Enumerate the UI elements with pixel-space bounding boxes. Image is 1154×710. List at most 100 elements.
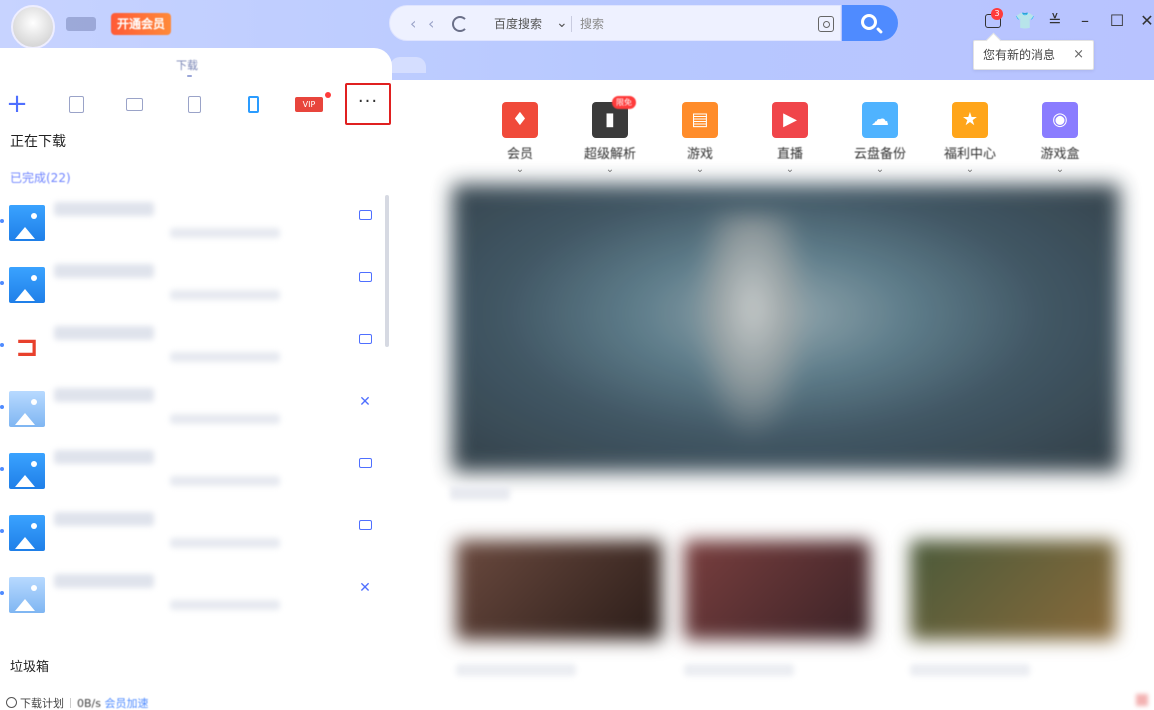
folder-icon[interactable] bbox=[357, 518, 373, 534]
video-thumbnail[interactable] bbox=[910, 540, 1116, 640]
office-file-icon: ⊐ bbox=[15, 330, 39, 363]
category-item[interactable]: ★ 福利中心 ⌄ bbox=[930, 102, 1010, 182]
completed-section-title[interactable]: 已完成(22) bbox=[10, 169, 71, 186]
video-thumbnail[interactable] bbox=[684, 540, 870, 640]
accelerate-link[interactable]: 会员加速 bbox=[104, 697, 148, 710]
notification-dot bbox=[325, 92, 331, 98]
ad-mark bbox=[1136, 694, 1148, 706]
list-item[interactable] bbox=[0, 502, 392, 564]
content-pane: ♦ 会员 ⌄ ▮ 限免 超级解析 ⌄ ▤ 游戏 ⌄ ▶ 直播 ⌄ ☁ 云盘备份 ⌄ ★ 福利中心 ⌄ ◉ 游戏盒 ⌄ bbox=[392, 80, 1154, 710]
folder-icon[interactable] bbox=[123, 94, 145, 116]
phone-icon[interactable] bbox=[242, 94, 264, 116]
category-item[interactable]: ♦ 会员 ⌄ bbox=[480, 102, 560, 182]
tab-download[interactable]: 下载 bbox=[176, 57, 198, 73]
chevron-down-icon[interactable]: ⌄ bbox=[556, 6, 568, 40]
delete-icon[interactable]: ✕ bbox=[357, 580, 373, 596]
thumbnail-caption bbox=[910, 664, 1030, 676]
chevron-down-icon[interactable]: ⌄ bbox=[660, 165, 740, 175]
download-plan-link[interactable]: 下载计划 bbox=[20, 697, 64, 710]
list-item[interactable] bbox=[0, 440, 392, 502]
folder-icon[interactable] bbox=[357, 270, 373, 286]
refresh-icon[interactable] bbox=[452, 16, 468, 32]
category-icon: ◉ bbox=[1042, 102, 1078, 138]
search-input[interactable] bbox=[580, 12, 790, 36]
chevron-down-icon[interactable]: ⌄ bbox=[840, 165, 920, 175]
file-name bbox=[54, 574, 154, 588]
scrollbar[interactable] bbox=[385, 195, 389, 347]
category-label: 会员 bbox=[506, 147, 533, 162]
category-item[interactable]: ▶ 直播 ⌄ bbox=[750, 102, 830, 182]
file-size bbox=[170, 352, 280, 362]
skin-icon[interactable]: 👕 bbox=[1014, 10, 1036, 32]
thumbnail-caption bbox=[456, 664, 576, 676]
message-tooltip: 您有新的消息 × bbox=[973, 40, 1094, 70]
chevron-down-icon[interactable]: ⌄ bbox=[930, 165, 1010, 175]
vip-button[interactable]: 开通会员 bbox=[111, 13, 171, 35]
file-size bbox=[170, 414, 280, 424]
search-engine-select[interactable]: 百度搜索 bbox=[494, 6, 542, 42]
search-icon bbox=[861, 14, 877, 30]
chevron-down-icon[interactable]: ⌄ bbox=[750, 165, 830, 175]
file-size bbox=[170, 600, 280, 610]
file-size bbox=[170, 290, 280, 300]
speed-text: 0B/s bbox=[77, 697, 101, 710]
list-icon[interactable] bbox=[183, 94, 205, 116]
category-item[interactable]: ◉ 游戏盒 ⌄ bbox=[1020, 102, 1100, 182]
thumbnail-caption bbox=[684, 664, 794, 676]
item-bullet bbox=[0, 343, 4, 347]
chevron-down-icon[interactable]: ⌄ bbox=[570, 165, 650, 175]
folder-icon[interactable] bbox=[357, 456, 373, 472]
search-button[interactable] bbox=[842, 5, 898, 41]
video-thumbnail[interactable] bbox=[456, 540, 662, 640]
file-name bbox=[54, 326, 154, 340]
category-item[interactable]: ▮ 限免 超级解析 ⌄ bbox=[570, 96, 650, 182]
vip-gift-icon[interactable]: VIP bbox=[294, 94, 324, 116]
file-size bbox=[170, 228, 280, 238]
forward-button[interactable]: ‹ bbox=[428, 6, 434, 42]
file-name bbox=[54, 202, 154, 216]
minimize-button[interactable]: – bbox=[1074, 10, 1096, 32]
message-button[interactable]: 3 bbox=[982, 8, 1004, 32]
file-size bbox=[170, 476, 280, 486]
category-icon: ☁ bbox=[862, 102, 898, 138]
more-button[interactable]: ··· bbox=[345, 83, 391, 125]
trash-section-title[interactable]: 垃圾箱 bbox=[10, 656, 49, 675]
category-label: 游戏 bbox=[686, 147, 713, 162]
item-bullet bbox=[0, 219, 4, 223]
item-bullet bbox=[0, 405, 4, 409]
delete-icon[interactable]: ✕ bbox=[357, 394, 373, 410]
document-icon[interactable] bbox=[65, 94, 87, 116]
maximize-button[interactable]: ☐ bbox=[1106, 10, 1128, 32]
category-icon: ▤ bbox=[682, 102, 718, 138]
chevron-down-icon[interactable]: ⌄ bbox=[480, 165, 560, 175]
screenshot-icon[interactable] bbox=[818, 16, 834, 32]
list-item[interactable]: ⊐ bbox=[0, 316, 392, 378]
tab-indicator bbox=[187, 75, 192, 77]
tab-secondary[interactable] bbox=[390, 57, 426, 73]
list-item[interactable]: ✕ bbox=[0, 378, 392, 440]
divider bbox=[571, 16, 572, 32]
image-file-icon bbox=[9, 453, 45, 489]
user-avatar[interactable] bbox=[11, 5, 55, 49]
list-item[interactable] bbox=[0, 192, 392, 254]
category-item[interactable]: ☁ 云盘备份 ⌄ bbox=[840, 102, 920, 182]
item-bullet bbox=[0, 529, 4, 533]
list-item[interactable]: ✕ bbox=[0, 564, 392, 626]
file-name bbox=[54, 264, 154, 278]
folder-icon[interactable] bbox=[357, 208, 373, 224]
user-name[interactable] bbox=[66, 17, 96, 31]
category-label: 游戏盒 bbox=[1040, 147, 1080, 162]
chevron-down-icon[interactable]: ⌄ bbox=[1020, 165, 1100, 175]
category-label: 直播 bbox=[776, 147, 803, 162]
featured-banner[interactable] bbox=[452, 184, 1120, 472]
back-button[interactable]: ‹ bbox=[410, 6, 416, 42]
tooltip-close-icon[interactable]: × bbox=[1073, 41, 1084, 69]
category-item[interactable]: ▤ 游戏 ⌄ bbox=[660, 102, 740, 182]
add-task-button[interactable]: + bbox=[6, 91, 28, 117]
menu-icon[interactable]: ≚ bbox=[1044, 10, 1066, 32]
list-item[interactable] bbox=[0, 254, 392, 316]
close-button[interactable]: ✕ bbox=[1136, 10, 1154, 32]
folder-icon[interactable] bbox=[357, 332, 373, 348]
category-badge: 限免 bbox=[612, 96, 636, 109]
downloading-section-title: 正在下载 bbox=[10, 134, 66, 150]
